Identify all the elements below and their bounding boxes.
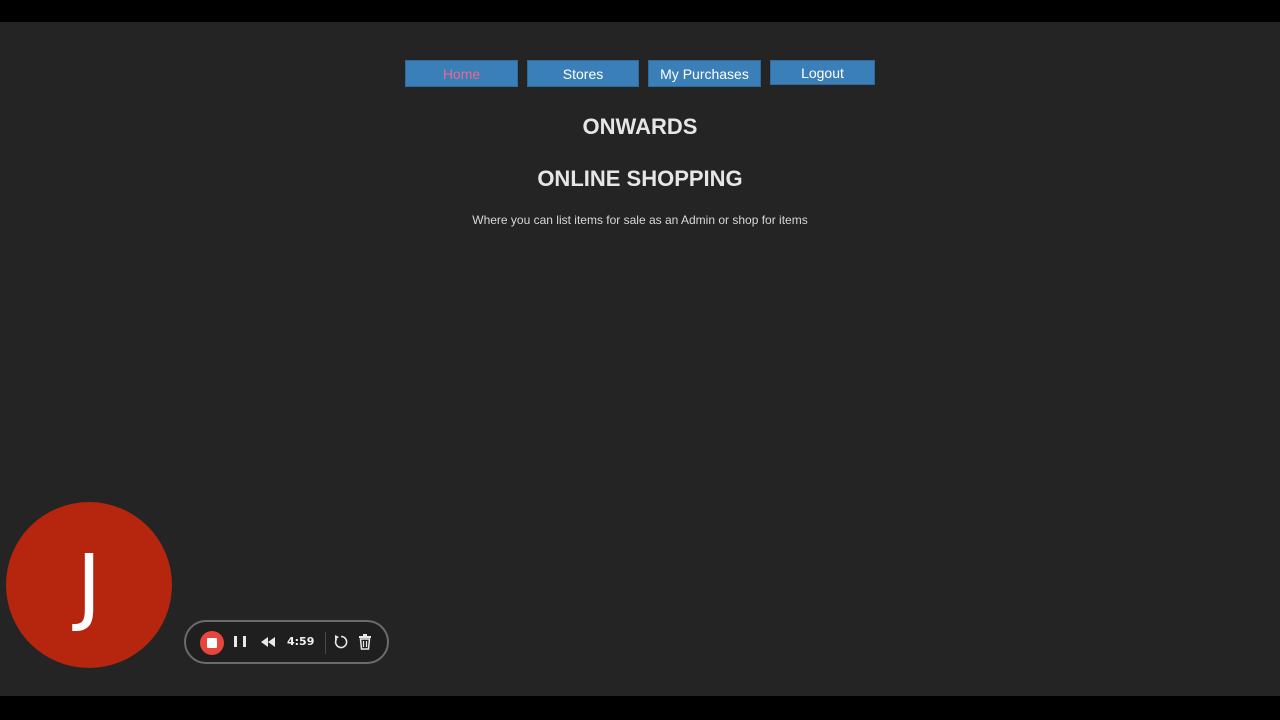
nav-logout-button[interactable]: Logout	[770, 60, 875, 85]
nav-home-button[interactable]: Home	[405, 60, 518, 87]
bottom-letterbox	[0, 696, 1280, 720]
page-title: ONWARDS	[582, 114, 698, 139]
rewind-icon[interactable]	[260, 634, 276, 650]
nav-my-purchases-button[interactable]: My Purchases	[648, 60, 761, 87]
trash-icon[interactable]	[357, 633, 373, 651]
restart-icon[interactable]	[333, 633, 349, 651]
stop-recording-button[interactable]	[200, 631, 224, 655]
nav-stores-button[interactable]: Stores	[527, 60, 639, 87]
page-subtitle: ONLINE SHOPPING	[537, 166, 743, 191]
top-letterbox	[0, 0, 1280, 22]
page: Home Stores My Purchases Logout ONWARDS …	[0, 22, 1280, 696]
tagline: Where you can list items for sale as an …	[472, 213, 808, 227]
pause-icon[interactable]	[234, 636, 246, 650]
recording-timer: 4:59	[287, 635, 315, 648]
stop-icon	[207, 638, 217, 648]
avatar: J	[6, 502, 172, 668]
toolbar-divider	[325, 632, 326, 654]
recording-toolbar: 4:59	[184, 620, 389, 664]
main-nav: Home Stores My Purchases Logout	[0, 60, 1280, 88]
